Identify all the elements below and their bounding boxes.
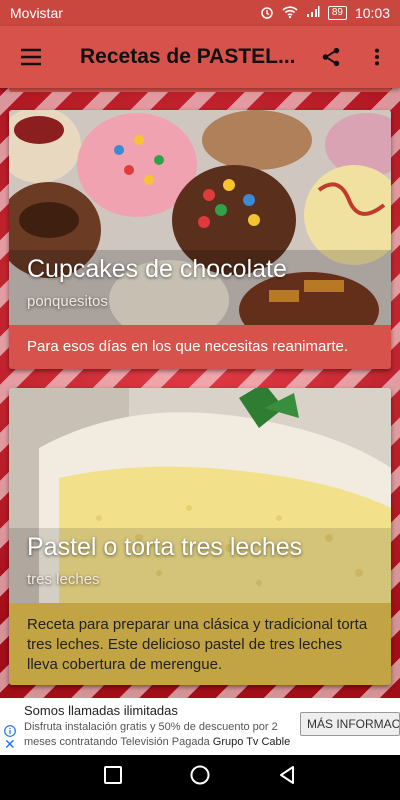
carrier-name: Movistar xyxy=(10,5,63,21)
ad-brand: Grupo Tv Cable xyxy=(212,736,291,748)
recipe-card[interactable]: Pastel o torta tres leches tres leches R… xyxy=(9,388,391,685)
ad-banner[interactable]: Somos llamadas ilimitadas ✕ Disfruta ins… xyxy=(0,698,400,755)
clock: 10:03 xyxy=(354,5,390,21)
recipe-subtitle: tres leches xyxy=(27,571,100,588)
ad-info-icon[interactable] xyxy=(4,724,16,737)
alarm-icon xyxy=(260,5,274,22)
wifi-icon xyxy=(282,5,298,22)
ad-body: Disfruta instalación gratis y 50% de des… xyxy=(24,720,299,750)
recipe-image-tres-leches: Pastel o torta tres leches tres leches xyxy=(9,388,391,603)
recipe-subtitle: ponquesitos xyxy=(27,293,108,310)
more-vert-icon[interactable] xyxy=(354,26,400,88)
app-title: Recetas de PASTEL... xyxy=(80,45,296,68)
triangle-back-icon[interactable] xyxy=(276,764,298,791)
square-icon[interactable] xyxy=(102,764,124,791)
recipe-image-cupcakes: Cupcakes de chocolate ponquesitos xyxy=(9,110,391,325)
previous-card-edge xyxy=(9,88,391,92)
navigation-bar xyxy=(0,755,400,800)
signal-icon xyxy=(306,5,320,21)
menu-icon[interactable] xyxy=(0,26,62,88)
recipe-card[interactable]: Cupcakes de chocolate ponquesitos Para e… xyxy=(9,110,391,369)
recipe-description: Para esos días en los que necesitas rean… xyxy=(9,325,391,369)
recipe-list[interactable]: Cupcakes de chocolate ponquesitos Para e… xyxy=(0,88,400,698)
ad-title: Somos llamadas ilimitadas xyxy=(24,703,178,718)
app-bar: Recetas de PASTEL... xyxy=(0,26,400,88)
ad-close-icon[interactable]: ✕ xyxy=(4,737,16,751)
battery-indicator: 89 xyxy=(327,6,347,20)
ad-more-info-button[interactable]: MÁS INFORMACIÓN xyxy=(300,712,400,736)
share-icon[interactable] xyxy=(308,26,354,88)
recipe-title: Cupcakes de chocolate xyxy=(27,255,287,283)
recipe-description: Receta para preparar una clásica y tradi… xyxy=(9,603,391,685)
recipe-title: Pastel o torta tres leches xyxy=(27,533,303,561)
circle-icon[interactable] xyxy=(189,764,211,791)
status-bar: Movistar 89 10:03 xyxy=(0,0,400,26)
